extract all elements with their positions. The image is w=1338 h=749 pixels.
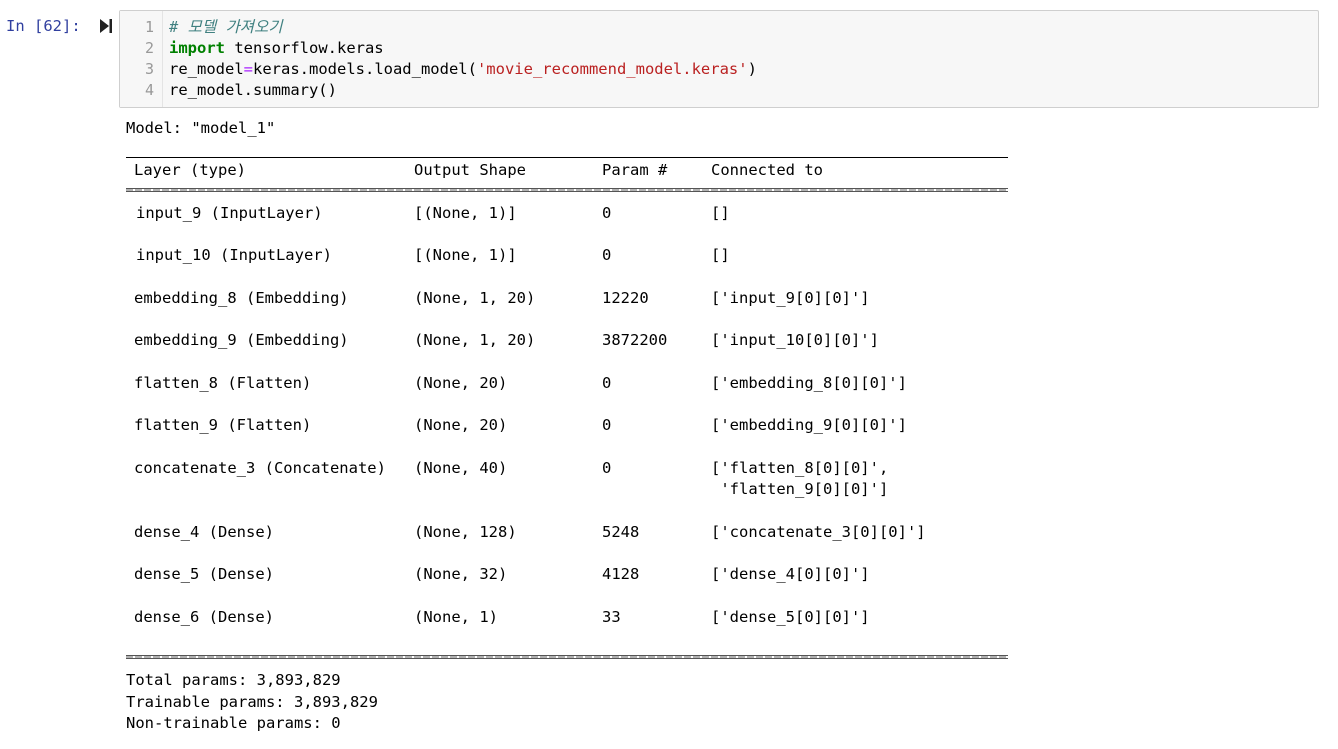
row-connected: ['embedding_9[0][0]'] [711,416,907,434]
line-number: 1 [144,18,154,36]
row-layer: embedding_8 (Embedding) [134,289,349,307]
code-string: 'movie_recommend_model.keras' [476,60,748,78]
header-param: Param # [602,161,668,179]
line-number: 2 [144,39,154,57]
row-shape: (None, 32) [414,565,508,583]
header-connected-to: Connected to [711,161,823,179]
non-trainable-params: Non-trainable params: 0 [126,714,341,732]
row-param: 33 [602,608,621,626]
row-param: 12220 [602,289,649,307]
row-param: 5248 [602,523,640,541]
header-double-rule [126,188,1008,192]
code-line-2[interactable]: import tensorflow.keras [169,38,384,59]
line-number: 4 [144,81,154,99]
row-connected: ['input_10[0][0]'] [711,331,879,349]
total-params: Total params: 3,893,829 [126,671,341,689]
row-layer: dense_6 (Dense) [134,608,274,626]
code-line-1[interactable]: # 모델 가져오기 [169,17,283,38]
code-line-3[interactable]: re_model=keras.models.load_model('movie_… [169,59,757,80]
row-layer: dense_4 (Dense) [134,523,274,541]
cell-prompt: In [62]: [6,17,81,35]
code-text: re_model [169,60,244,78]
row-param: 0 [602,459,612,477]
row-param: 0 [602,416,612,434]
footer-double-rule [126,655,1008,659]
row-connected: [] [711,204,730,222]
line-number-gutter: 1 2 3 4 [120,11,163,107]
code-text: tensorflow.keras [225,39,384,57]
code-keyword: import [169,39,225,57]
row-shape: (None, 20) [414,374,508,392]
row-shape: [(None, 1)] [414,246,517,264]
code-text: ) [747,60,757,78]
row-connected: [] [711,246,730,264]
row-param: 0 [602,246,612,264]
row-layer: concatenate_3 (Concatenate) [134,459,386,477]
row-shape: (None, 20) [414,416,508,434]
row-layer: dense_5 (Dense) [134,565,274,583]
table-top-rule [126,157,1008,158]
row-layer: input_9 (InputLayer) [136,204,323,222]
code-operator: = [243,60,253,78]
row-param: 0 [602,204,612,222]
line-number: 3 [144,60,154,78]
row-layer: embedding_9 (Embedding) [134,331,349,349]
header-layer: Layer (type) [134,161,246,179]
row-param: 3872200 [602,331,668,349]
code-text: keras.models.load_model( [253,60,477,78]
row-param: 0 [602,374,612,392]
row-shape: (None, 1, 20) [414,289,536,307]
code-line-4[interactable]: re_model.summary() [169,80,337,101]
code-comment: # 모델 가져오기 [169,18,283,36]
row-param: 4128 [602,565,640,583]
row-connected: ['embedding_8[0][0]'] [711,374,907,392]
row-shape: (None, 1) [414,608,498,626]
code-cell-input[interactable]: 1 2 3 4 # 모델 가져오기 import tensorflow.kera… [119,10,1319,108]
trainable-params: Trainable params: 3,893,829 [126,693,378,711]
row-shape: (None, 40) [414,459,508,477]
row-connected: ['dense_5[0][0]'] [711,608,870,626]
row-layer: flatten_8 (Flatten) [134,374,312,392]
row-shape: (None, 1, 20) [414,331,536,349]
header-output-shape: Output Shape [414,161,526,179]
row-connected-continued: 'flatten_9[0][0]'] [711,480,889,498]
run-cell-icon[interactable] [99,18,113,34]
code-text: re_model.summary() [169,81,337,99]
row-shape: (None, 128) [414,523,517,541]
row-connected: ['flatten_8[0][0]', [711,459,889,477]
row-connected: ['input_9[0][0]'] [711,289,870,307]
model-name-line: Model: "model_1" [126,119,276,137]
row-connected: ['dense_4[0][0]'] [711,565,870,583]
row-shape: [(None, 1)] [414,204,517,222]
row-layer: flatten_9 (Flatten) [134,416,312,434]
row-layer: input_10 (InputLayer) [136,246,332,264]
row-connected: ['concatenate_3[0][0]'] [711,523,926,541]
